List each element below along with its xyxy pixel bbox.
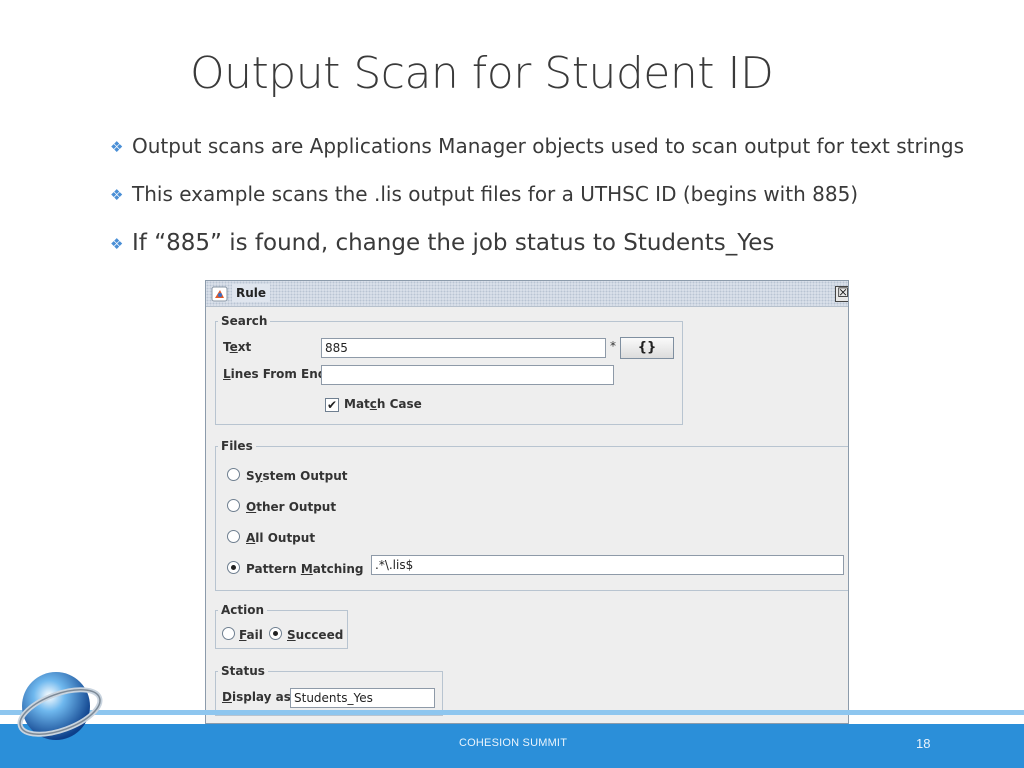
system-output-radio[interactable]: [227, 468, 240, 481]
dialog-title: Rule: [232, 284, 271, 302]
other-output-radio[interactable]: [227, 499, 240, 512]
all-output-radio[interactable]: [227, 530, 240, 543]
other-output-label: Other Output: [246, 500, 337, 514]
bullet-text: If “885” is found, change the job status…: [132, 230, 775, 256]
lines-from-end-label: Lines From End: [223, 367, 327, 381]
action-legend: Action: [221, 603, 265, 617]
system-output-label: System Output: [246, 469, 348, 483]
footer-text: COHESION SUMMIT: [459, 737, 568, 749]
bullet-item: ❖ Output scans are Applications Manager o…: [110, 134, 964, 158]
fail-label: Fail: [239, 628, 263, 642]
match-case-label: Match Case: [344, 397, 422, 411]
search-text-input[interactable]: 885: [321, 338, 606, 358]
pattern-matching-radio[interactable]: [227, 561, 240, 574]
display-as-label: Display as: [222, 690, 291, 704]
cohesion-logo-icon: [17, 672, 103, 740]
slide-title: Output Scan for Student ID: [190, 48, 774, 99]
dialog-titlebar[interactable]: Rule ☒: [206, 281, 848, 307]
bullet-text: This example scans the .lis output files…: [132, 182, 859, 206]
pattern-matching-label: Pattern Matching: [246, 562, 364, 576]
fail-radio[interactable]: [222, 627, 235, 640]
succeed-radio[interactable]: [269, 627, 282, 640]
files-legend: Files: [221, 439, 253, 453]
rule-dialog: Rule ☒ Search Text 885 * {} Lines From E…: [205, 280, 849, 724]
bullet-item: ❖ This example scans the .lis output file…: [110, 182, 858, 206]
all-output-label: All Output: [246, 531, 316, 545]
diamond-bullet-icon: ❖: [110, 186, 124, 204]
bullet-item: ❖ If “885” is found, change the job statu…: [110, 230, 774, 256]
pattern-input[interactable]: .*\.lis$: [371, 555, 844, 575]
footer-accent-line: [0, 710, 1024, 715]
match-case-checkbox[interactable]: ✔: [325, 398, 339, 412]
text-label: Text: [223, 340, 252, 354]
diamond-bullet-icon: ❖: [110, 138, 124, 156]
succeed-label: Succeed: [287, 628, 344, 642]
close-icon[interactable]: ☒: [835, 286, 848, 302]
page-number: 18: [916, 736, 931, 751]
search-legend: Search: [221, 314, 268, 328]
braces-button[interactable]: {}: [620, 337, 674, 359]
diamond-bullet-icon: ❖: [110, 235, 124, 253]
bullet-text: Output scans are Applications Manager ob…: [132, 134, 965, 158]
status-legend: Status: [221, 664, 265, 678]
lines-from-end-input[interactable]: [321, 365, 614, 385]
action-group: Action: [215, 603, 348, 649]
rule-app-icon: [211, 286, 228, 302]
required-mark: *: [610, 339, 616, 353]
display-as-input[interactable]: Students_Yes: [290, 688, 435, 708]
